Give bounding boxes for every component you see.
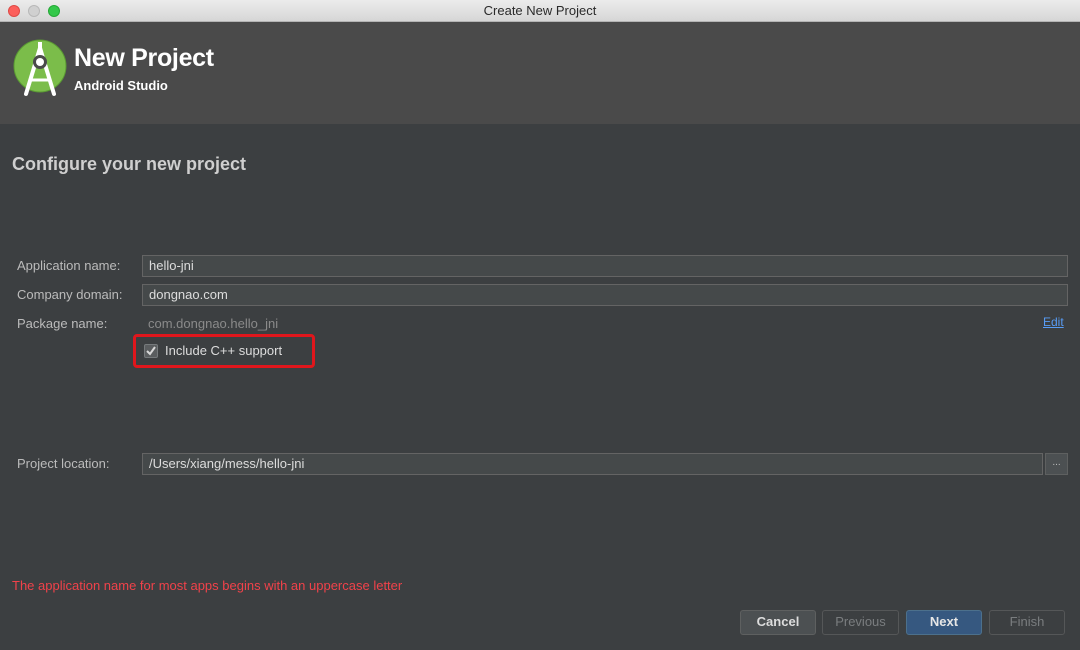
- app-name-input[interactable]: hello-jni: [142, 255, 1068, 277]
- project-location-label: Project location:: [17, 456, 110, 471]
- cpp-support-label[interactable]: Include C++ support: [165, 343, 282, 358]
- company-domain-label: Company domain:: [17, 287, 123, 302]
- app-name-label: Application name:: [17, 258, 121, 273]
- browse-location-button[interactable]: ...: [1045, 453, 1068, 475]
- cpp-support-checkbox[interactable]: [144, 344, 158, 358]
- page-title: Configure your new project: [12, 154, 247, 174]
- header-subtitle: Android Studio: [74, 78, 168, 93]
- finish-button[interactable]: Finish: [989, 610, 1065, 635]
- previous-button[interactable]: Previous: [822, 610, 899, 635]
- header-title: New Project: [74, 44, 214, 72]
- validation-message: The application name for most apps begin…: [12, 578, 403, 593]
- next-button[interactable]: Next: [906, 610, 982, 635]
- project-location-input[interactable]: /Users/xiang/mess/hello-jni: [142, 453, 1043, 475]
- checkmark-icon: [146, 346, 156, 356]
- company-domain-input[interactable]: dongnao.com: [142, 284, 1068, 306]
- package-name-label: Package name:: [17, 316, 108, 331]
- package-name-value: com.dongnao.hello_jni: [148, 316, 279, 331]
- title-bar: Create New Project: [0, 0, 1080, 22]
- window-title: Create New Project: [483, 3, 597, 18]
- cancel-button[interactable]: Cancel: [740, 610, 816, 635]
- wizard-header: New Project Android Studio: [0, 22, 1080, 124]
- android-studio-logo-icon: [12, 38, 72, 102]
- edit-package-link[interactable]: Edit: [1043, 315, 1064, 329]
